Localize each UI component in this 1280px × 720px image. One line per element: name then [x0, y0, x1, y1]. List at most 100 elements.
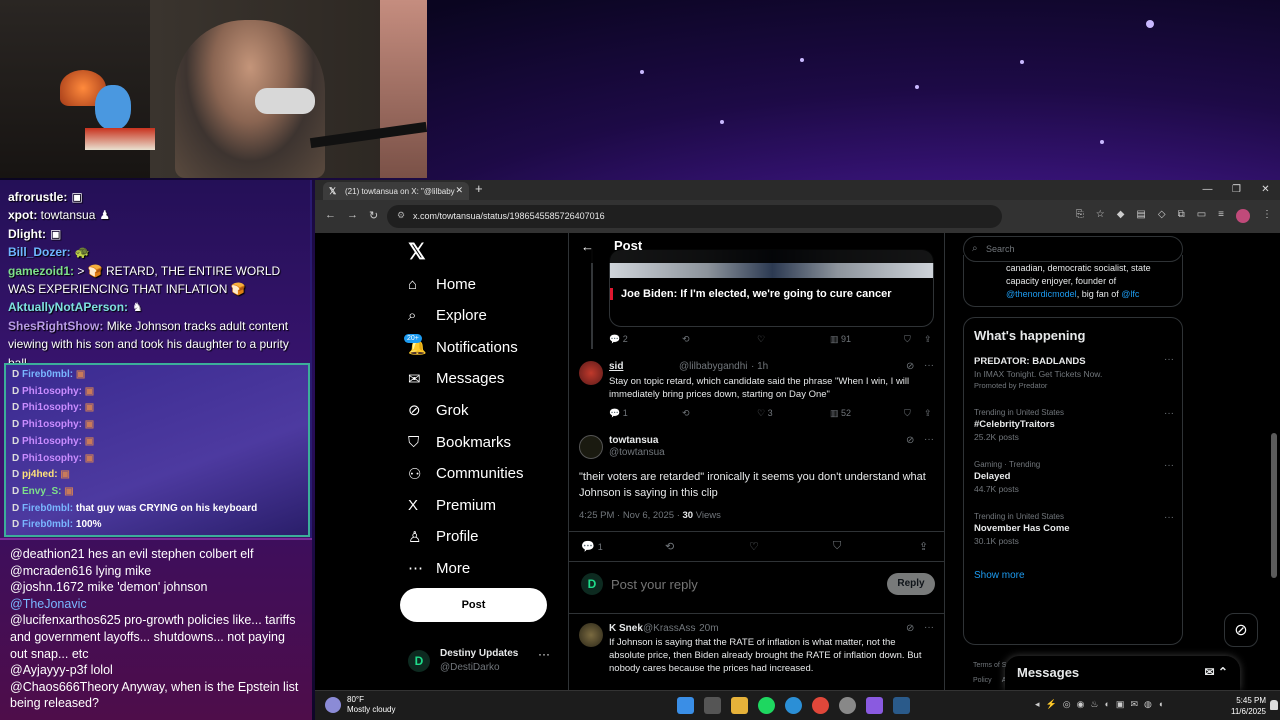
nav-item-grok[interactable]: ⊘ Grok — [408, 396, 469, 424]
back-arrow-icon[interactable]: ← — [581, 239, 594, 254]
notification-icon[interactable] — [1270, 700, 1278, 710]
x-logo-icon[interactable]: 𝕏 — [408, 239, 426, 265]
maximize-button[interactable]: ❐ — [1222, 180, 1251, 200]
bio-link[interactable]: @lfc — [1121, 289, 1139, 299]
extension-icon[interactable]: ◇ — [1158, 209, 1166, 223]
more-icon[interactable]: ··· — [1164, 408, 1174, 419]
site-info-icon[interactable]: ⚙ — [397, 210, 405, 221]
file-explorer-icon[interactable] — [731, 697, 748, 714]
install-icon[interactable]: ⎘ — [1076, 209, 1084, 223]
share-icon[interactable]: ⇪ — [919, 540, 928, 553]
messages-drawer[interactable]: Messages ✉ ⌃ — [1005, 656, 1240, 690]
author-name[interactable]: towtansua — [609, 435, 658, 446]
extension-icon[interactable]: ◆ — [1117, 209, 1125, 223]
more-icon[interactable]: ··· — [924, 622, 934, 633]
repost-icon[interactable]: ⟲ — [665, 540, 674, 553]
bio-link[interactable]: @thenordicmodel — [1006, 289, 1077, 299]
trend-item[interactable]: PREDATOR: BADLANDS In IMAX Tonight. Get T… — [974, 354, 1174, 390]
reply-icon[interactable]: 💬 2 — [609, 334, 628, 345]
browser-tab[interactable]: 𝕏 (21) towtansua on X: "@lilbaby ✕ — [323, 182, 469, 200]
grok-button[interactable]: ⊘ — [1224, 613, 1258, 647]
bookmark-icon[interactable]: ⛉ — [904, 334, 911, 345]
task-view-icon[interactable] — [704, 697, 721, 714]
author-handle[interactable]: @KrassAss — [643, 623, 695, 634]
trend-item[interactable]: Gaming · Trending Delayed 44.7K posts ··· — [974, 460, 1174, 494]
reply-tweet[interactable]: K Snek @KrassAss · 20m ⊘ ··· If Johnson … — [569, 619, 944, 690]
minimize-button[interactable]: — — [1193, 180, 1222, 200]
puzzle-icon[interactable]: ⧉ — [1178, 209, 1185, 223]
grok-icon[interactable]: ⊘ — [906, 623, 914, 634]
like-icon[interactable]: ♡ — [757, 334, 765, 345]
forward-button[interactable]: → — [347, 209, 358, 221]
grok-icon[interactable]: ⊘ — [906, 435, 914, 446]
more-options-icon[interactable]: ··· — [538, 647, 550, 661]
share-icon[interactable]: ⇪ — [924, 334, 932, 345]
nav-item-premium[interactable]: X Premium — [408, 491, 496, 519]
more-icon[interactable]: ··· — [1164, 512, 1174, 523]
show-more-link[interactable]: Show more — [974, 570, 1025, 581]
nav-item-profile[interactable]: ♙ Profile — [408, 523, 479, 551]
author-handle[interactable]: @lilbabygandhi — [679, 361, 748, 372]
compose-message-icon[interactable]: ✉ ⌃ — [1205, 665, 1228, 679]
nav-item-communities[interactable]: ⚇ Communities — [408, 460, 524, 488]
more-icon[interactable]: ··· — [924, 434, 934, 445]
chrome-icon[interactable] — [812, 697, 829, 714]
share-icon[interactable]: ⇪ — [924, 408, 932, 419]
author-handle[interactable]: @towtansua — [609, 447, 665, 458]
views-icon[interactable]: ▥ 91 — [830, 334, 851, 345]
post-button[interactable]: Post — [400, 588, 547, 622]
grok-icon[interactable]: ⊘ — [906, 361, 914, 372]
views-icon[interactable]: ▥ 52 — [830, 408, 851, 419]
start-icon[interactable] — [677, 697, 694, 714]
reload-button[interactable]: ↻ — [369, 209, 378, 222]
avatar[interactable] — [579, 361, 603, 385]
url-field[interactable]: ⚙ x.com/towtansua/status/198654558572640… — [387, 205, 1002, 228]
like-icon[interactable]: ♡ — [749, 540, 759, 553]
nav-item-bookmarks[interactable]: ⛉ Bookmarks — [408, 428, 511, 456]
spotify-icon[interactable] — [758, 697, 775, 714]
steam-icon[interactable] — [893, 697, 910, 714]
close-tab-icon[interactable]: ✕ — [455, 185, 463, 196]
repost-icon[interactable]: ⟲ — [682, 334, 690, 345]
close-window-button[interactable]: ✕ — [1251, 180, 1280, 200]
reply-input[interactable] — [611, 577, 787, 592]
weather-widget[interactable]: 80°F Mostly cloudy — [325, 695, 395, 715]
avatar[interactable] — [579, 623, 603, 647]
like-icon[interactable]: ♡ 3 — [757, 408, 773, 419]
author-name[interactable]: sid — [609, 361, 623, 372]
nav-item-more[interactable]: ⋯ More — [408, 554, 470, 582]
nav-item-explore[interactable]: ⌕ Explore — [408, 302, 487, 330]
scrollbar[interactable] — [1271, 433, 1277, 578]
system-tray[interactable]: ◂⚡◎◉♨◐▣✉◍◖ — [1035, 699, 1169, 710]
avatar[interactable] — [579, 435, 603, 459]
repost-icon[interactable]: ⟲ — [682, 408, 690, 419]
edge-icon[interactable] — [785, 697, 802, 714]
menu-icon[interactable]: ⋮ — [1262, 209, 1272, 223]
back-button[interactable]: ← — [325, 209, 336, 221]
nav-item-home[interactable]: ⌂ Home — [408, 270, 476, 298]
app-icon[interactable] — [839, 697, 856, 714]
media-icon[interactable]: ≡ — [1218, 209, 1224, 223]
more-icon[interactable]: ··· — [1164, 354, 1174, 365]
reply-button[interactable]: Reply — [887, 573, 935, 595]
nav-item-messages[interactable]: ✉ Messages — [408, 365, 504, 393]
account-switcher[interactable]: D Destiny Updates @DestiDarko ··· — [408, 645, 558, 685]
sidebar-icon[interactable]: ▭ — [1197, 209, 1206, 223]
trend-item[interactable]: Trending in United States #CelebrityTrait… — [974, 408, 1174, 442]
reply-tweet[interactable]: sid @lilbabygandhi · 1h ⊘ ··· Stay on to… — [569, 357, 944, 427]
profile-avatar[interactable] — [1236, 209, 1250, 223]
bookmark-icon[interactable]: ⛉ — [833, 540, 841, 553]
reply-icon[interactable]: 💬 1 — [609, 408, 628, 419]
reply-icon[interactable]: 💬 1 — [581, 540, 603, 553]
star-icon[interactable]: ☆ — [1096, 209, 1105, 223]
trend-item[interactable]: Trending in United States November Has Co… — [974, 512, 1174, 546]
new-tab-button[interactable]: + — [475, 181, 483, 196]
more-icon[interactable]: ··· — [1164, 460, 1174, 471]
bookmark-icon[interactable]: ⛉ — [904, 408, 911, 419]
author-name[interactable]: K Snek — [609, 623, 643, 634]
nav-item-notifications[interactable]: 🔔 20+ Notifications — [404, 333, 518, 361]
more-icon[interactable]: ··· — [924, 360, 934, 371]
app-icon[interactable] — [866, 697, 883, 714]
trash-icon[interactable]: ▤ — [1136, 209, 1145, 223]
search-box[interactable]: ⌕ Search — [963, 236, 1183, 262]
